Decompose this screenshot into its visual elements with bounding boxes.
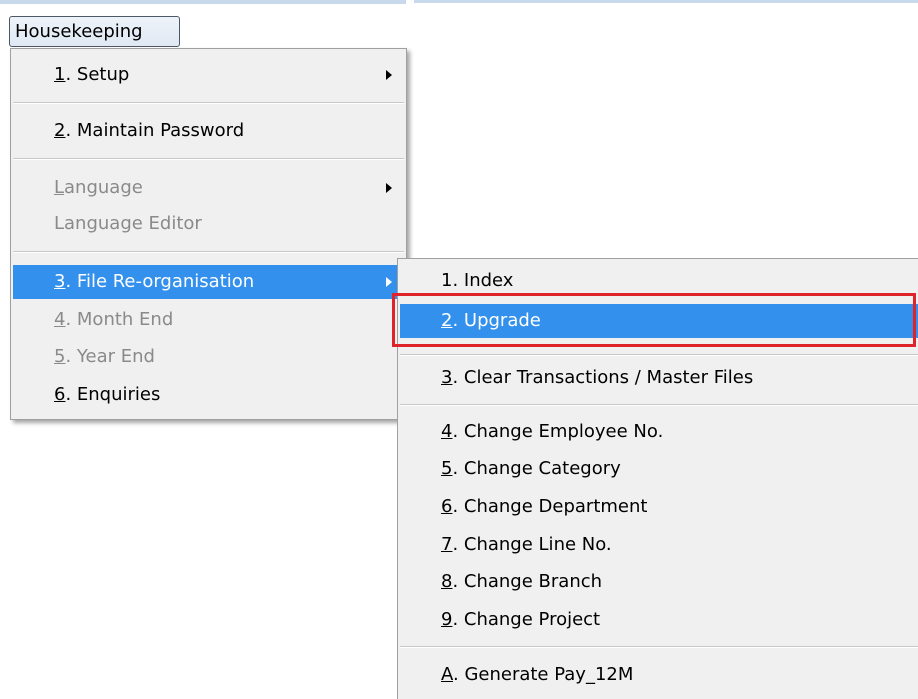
housekeeping-dropdown: 1. Setup 2. Maintain Password Language L… bbox=[10, 48, 407, 420]
menu-item-file-reorganisation[interactable]: 3. File Re-organisation bbox=[13, 265, 404, 299]
title-strip-right bbox=[414, 0, 918, 3]
menu-item-language[interactable]: Language bbox=[13, 171, 404, 205]
submenu-item-change-department[interactable]: 6. Change Department bbox=[400, 490, 918, 524]
menu-housekeeping[interactable]: Housekeeping bbox=[9, 16, 180, 47]
menu-item-year-end[interactable]: 5. Year End bbox=[13, 340, 404, 374]
menu-item-setup[interactable]: 1. Setup bbox=[13, 58, 404, 92]
submenu-item-change-project[interactable]: 9. Change Project bbox=[400, 603, 918, 637]
submenu-item-change-branch[interactable]: 8. Change Branch bbox=[400, 565, 918, 599]
menu-item-month-end[interactable]: 4. Month End bbox=[13, 303, 404, 337]
submenu-separator bbox=[400, 354, 918, 356]
screen: Housekeeping 1. Setup 2. Maintain Passwo… bbox=[0, 0, 918, 699]
submenu-item-change-line-no[interactable]: 7. Change Line No. bbox=[400, 528, 918, 562]
file-reorganisation-submenu: 1. Index 2. Upgrade 3. Clear Transaction… bbox=[392, 258, 918, 699]
submenu-arrow-icon bbox=[386, 70, 392, 80]
menu-separator bbox=[13, 102, 404, 104]
menu-item-language-editor[interactable]: Language Editor bbox=[13, 207, 404, 241]
submenu-item-change-employee-no[interactable]: 4. Change Employee No. bbox=[400, 415, 918, 449]
menu-separator bbox=[13, 158, 404, 160]
title-strip-left bbox=[0, 0, 406, 4]
menu-housekeeping-label: Housekeeping bbox=[15, 21, 143, 42]
submenu-separator bbox=[400, 646, 918, 648]
submenu-arrow-icon bbox=[386, 277, 392, 287]
annotation-highlight-box bbox=[392, 293, 916, 347]
menu-item-maintain-password[interactable]: 2. Maintain Password bbox=[13, 114, 404, 148]
submenu-item-change-category[interactable]: 5. Change Category bbox=[400, 452, 918, 486]
menu-item-enquiries[interactable]: 6. Enquiries bbox=[13, 378, 404, 412]
submenu-item-clear-transactions[interactable]: 3. Clear Transactions / Master Files bbox=[400, 361, 918, 395]
submenu-item-generate-pay-12m[interactable]: A. Generate Pay_12M bbox=[400, 658, 918, 692]
submenu-arrow-icon bbox=[386, 183, 392, 193]
submenu-separator bbox=[400, 404, 918, 406]
menu-separator bbox=[13, 251, 404, 253]
